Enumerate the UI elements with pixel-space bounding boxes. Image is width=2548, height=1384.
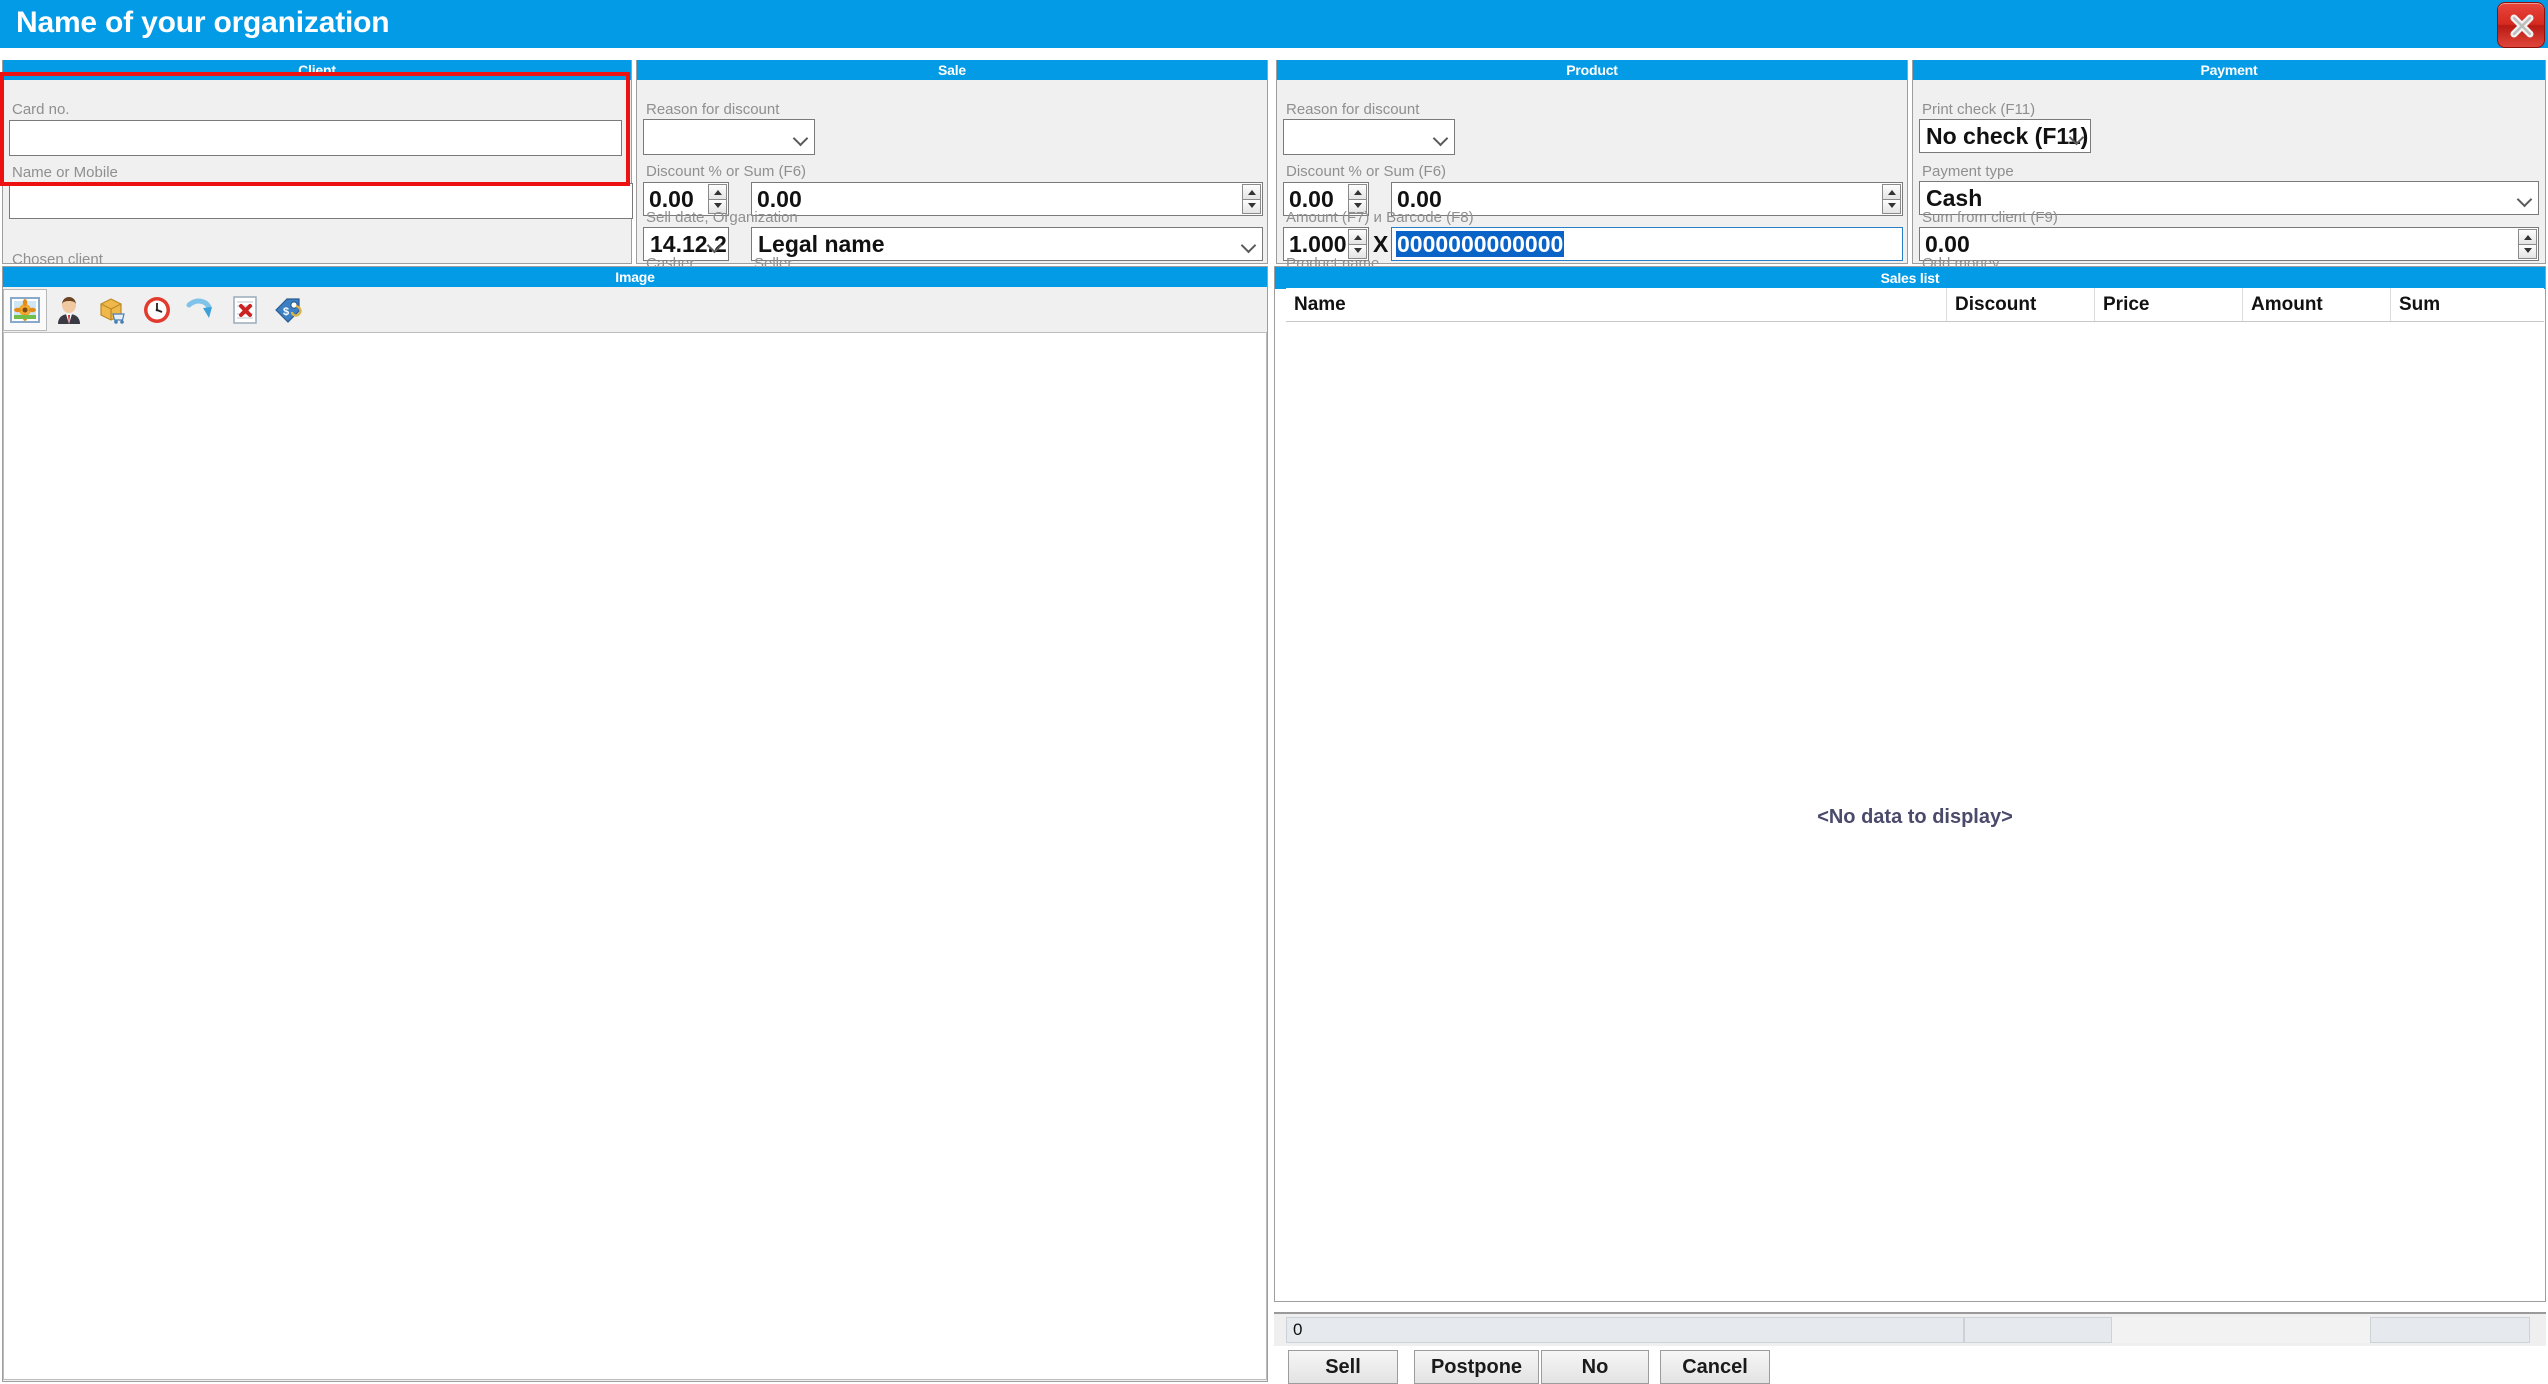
price-tag-icon: $ — [275, 298, 302, 323]
sum-from-client-label: Sum from client (F9) — [1922, 209, 2058, 226]
print-check-label: Print check (F11) — [1922, 101, 2036, 118]
payment-panel-header: Payment — [1913, 60, 2545, 80]
status-cell-4 — [2370, 1317, 2530, 1343]
sales-list-empty-message: <No data to display> — [1817, 806, 2013, 828]
amount-value: 1.000 — [1289, 231, 1347, 257]
cancel-button[interactable]: Cancel — [1660, 1350, 1770, 1384]
delete-document-icon — [233, 296, 257, 324]
barcode-value: 0000000000000 — [1396, 231, 1565, 257]
spinner-down-icon[interactable] — [2518, 243, 2537, 259]
chevron-down-icon — [709, 240, 722, 248]
organization-select[interactable]: Legal name — [751, 227, 1263, 261]
product-reason-select[interactable] — [1283, 119, 1455, 155]
close-window-button[interactable] — [2497, 2, 2545, 48]
column-header-name[interactable]: Name — [1286, 288, 1946, 321]
status-cell-3 — [2112, 1317, 2370, 1343]
column-header-price[interactable]: Price — [2094, 288, 2242, 321]
payment-panel: Payment Print check (F11) No check (F11)… — [1912, 60, 2546, 291]
sales-list-column-headers: Name Discount Price Amount Sum — [1286, 288, 2544, 322]
product-discount-sum-spinner[interactable] — [1882, 184, 1901, 214]
chevron-down-icon — [795, 133, 808, 141]
client-panel-header: Client — [3, 60, 631, 80]
name-or-mobile-input[interactable] — [9, 183, 633, 219]
status-cell-2 — [1964, 1317, 2112, 1343]
sale-discount-sum-spinner[interactable] — [1242, 184, 1261, 214]
card-no-input[interactable] — [9, 120, 622, 156]
spinner-down-icon[interactable] — [1882, 198, 1901, 214]
amount-barcode-label: Amount (F7) и Barcode (F8) — [1286, 209, 1474, 226]
clock-history-icon — [144, 297, 170, 323]
sales-list-header: Sales list — [1275, 267, 2545, 289]
chevron-down-icon — [1243, 240, 1256, 248]
toolbar-item-delete[interactable] — [223, 289, 267, 331]
column-header-discount[interactable]: Discount — [1946, 288, 2094, 321]
barcode-input[interactable]: 0000000000000 — [1391, 227, 1903, 261]
sale-reason-select[interactable] — [643, 119, 815, 155]
svg-text:$: $ — [283, 306, 289, 318]
sum-from-client-spinner[interactable] — [2518, 229, 2537, 259]
sales-list-statusbar: 0 — [1274, 1312, 2546, 1346]
return-arrow-icon — [186, 298, 212, 318]
organization-value: Legal name — [758, 231, 885, 257]
image-toolbar: $ — [3, 288, 1267, 332]
spinner-up-icon[interactable] — [708, 184, 727, 199]
payment-type-label: Payment type — [1922, 163, 2014, 180]
column-header-amount[interactable]: Amount — [2242, 288, 2390, 321]
sales-list-body: <No data to display> — [1286, 322, 2544, 1276]
print-check-select[interactable]: No check (F11) — [1919, 119, 2091, 153]
spinner-up-icon[interactable] — [2518, 229, 2537, 244]
toolbar-item-image[interactable] — [3, 289, 47, 331]
postpone-button[interactable]: Postpone — [1414, 1350, 1539, 1384]
chevron-down-icon — [1435, 133, 1448, 141]
client-panel: Client Card no. Name or Mobile Chosen cl… — [2, 60, 633, 338]
toolbar-item-history[interactable] — [135, 289, 179, 331]
name-or-mobile-label: Name or Mobile — [12, 164, 118, 181]
print-check-value: No check (F11) — [1926, 123, 2089, 149]
toolbar-item-product[interactable] — [91, 289, 135, 331]
sale-panel: Sale Reason for discount Discount % or S… — [636, 60, 1268, 307]
card-no-label: Card no. — [12, 101, 70, 118]
chevron-down-icon — [2071, 132, 2084, 140]
sell-date-org-label: Sell date, Organization — [646, 209, 798, 226]
spinner-up-icon[interactable] — [1348, 184, 1367, 199]
sale-panel-header: Sale — [637, 60, 1267, 80]
spinner-up-icon[interactable] — [1348, 229, 1367, 244]
window-titlebar: Name of your organization — [0, 0, 2548, 48]
payment-type-value: Cash — [1926, 185, 1983, 211]
product-reason-label: Reason for discount — [1286, 101, 1420, 118]
sale-discount-sum-input[interactable]: 0.00 — [751, 182, 1263, 216]
sale-discount-sum-label: Discount % or Sum (F6) — [646, 163, 807, 180]
sum-from-client-input[interactable]: 0.00 — [1919, 227, 2539, 261]
image-preview-area — [3, 332, 1267, 1380]
window-title: Name of your organization — [16, 6, 390, 39]
image-icon — [10, 297, 40, 323]
chevron-down-icon — [2519, 194, 2532, 202]
product-panel-header: Product — [1277, 60, 1907, 80]
spinner-up-icon[interactable] — [1242, 184, 1261, 199]
status-count-cell: 0 — [1286, 1317, 1964, 1343]
client-person-icon — [58, 297, 80, 324]
product-box-cart-icon — [100, 298, 125, 324]
product-discount-sum-label: Discount % or Sum (F6) — [1286, 163, 1447, 180]
toolbar-item-return[interactable] — [179, 289, 223, 331]
spinner-down-icon[interactable] — [1242, 198, 1261, 214]
product-panel: Product Reason for discount Discount % o… — [1276, 60, 1908, 307]
sum-from-client-value: 0.00 — [1925, 231, 1970, 257]
spinner-up-icon[interactable] — [1882, 184, 1901, 199]
sell-button[interactable]: Sell — [1288, 1350, 1398, 1384]
image-panel-header: Image — [3, 267, 1267, 287]
no-button[interactable]: No — [1541, 1350, 1649, 1384]
close-icon — [2510, 14, 2534, 38]
column-header-sum[interactable]: Sum — [2390, 288, 2544, 321]
sale-reason-label: Reason for discount — [646, 101, 780, 118]
toolbar-item-client[interactable] — [47, 289, 91, 331]
toolbar-item-price[interactable]: $ — [267, 289, 311, 331]
